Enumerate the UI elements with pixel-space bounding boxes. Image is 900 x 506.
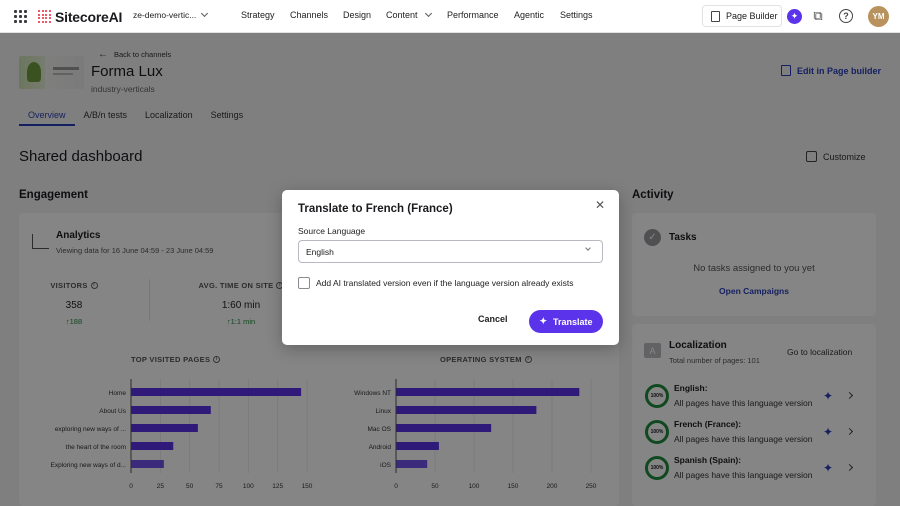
site-selector-label: ze-demo-vertic... — [133, 10, 197, 20]
close-icon[interactable]: ✕ — [595, 199, 605, 211]
nav-strategy-label: Strategy — [241, 10, 275, 20]
app-switcher-icon[interactable] — [14, 10, 27, 23]
avatar[interactable]: YM — [868, 6, 889, 27]
nav-agentic-label: Agentic — [514, 10, 545, 20]
nav-performance[interactable]: Performance — [447, 10, 499, 20]
nav-design-label: Design — [343, 10, 372, 20]
ai-overwrite-option: Add AI translated version even if the la… — [298, 277, 574, 289]
dialog-title: Translate to French (France) — [298, 203, 453, 215]
nav-agentic[interactable]: Agentic — [514, 10, 544, 20]
page-builder-button[interactable]: Page Builder — [702, 5, 782, 27]
page-builder-label: Page Builder — [726, 11, 778, 21]
translate-dialog: Translate to French (France) ✕ Source La… — [282, 190, 619, 345]
nav-channels[interactable]: Channels — [290, 10, 328, 20]
nav-strategy[interactable]: Strategy — [241, 10, 275, 20]
nav-content[interactable]: Content — [386, 9, 432, 20]
translate-button[interactable]: ✦ Translate — [529, 310, 603, 333]
chevron-down-icon — [424, 9, 432, 18]
cancel-button[interactable]: Cancel — [478, 314, 508, 324]
nav-settings-label: Settings — [560, 10, 593, 20]
brand-logo[interactable]: SitecoreAI — [38, 8, 122, 25]
nav-channels-label: Channels — [290, 10, 329, 20]
ai-overwrite-label[interactable]: Add AI translated version even if the la… — [316, 278, 574, 288]
ai-overwrite-checkbox[interactable] — [298, 277, 310, 289]
extensions-icon[interactable]: ⧉ — [811, 9, 825, 23]
translate-button-label: Translate — [553, 316, 593, 327]
sparkle-icon: ✦ — [539, 316, 547, 326]
nav-content-label: Content — [386, 10, 418, 20]
source-language-label: Source Language — [298, 226, 366, 236]
source-language-select[interactable]: English — [298, 240, 603, 263]
ai-assistant-icon[interactable]: ✦ — [787, 9, 802, 24]
nav-settings[interactable]: Settings — [560, 10, 593, 20]
help-icon[interactable]: ? — [839, 9, 853, 23]
document-icon — [711, 10, 720, 22]
source-language-value: English — [306, 246, 334, 257]
chevron-down-icon — [585, 245, 591, 251]
chevron-down-icon — [201, 9, 209, 18]
sitecore-logo-icon — [38, 10, 51, 23]
nav-design[interactable]: Design — [343, 10, 371, 20]
nav-performance-label: Performance — [447, 10, 499, 20]
site-selector[interactable]: ze-demo-vertic... — [133, 9, 209, 20]
avatar-initials: YM — [872, 12, 885, 21]
brand-name: SitecoreAI — [55, 8, 123, 25]
top-bar: SitecoreAI ze-demo-vertic... Strategy Ch… — [0, 0, 900, 33]
